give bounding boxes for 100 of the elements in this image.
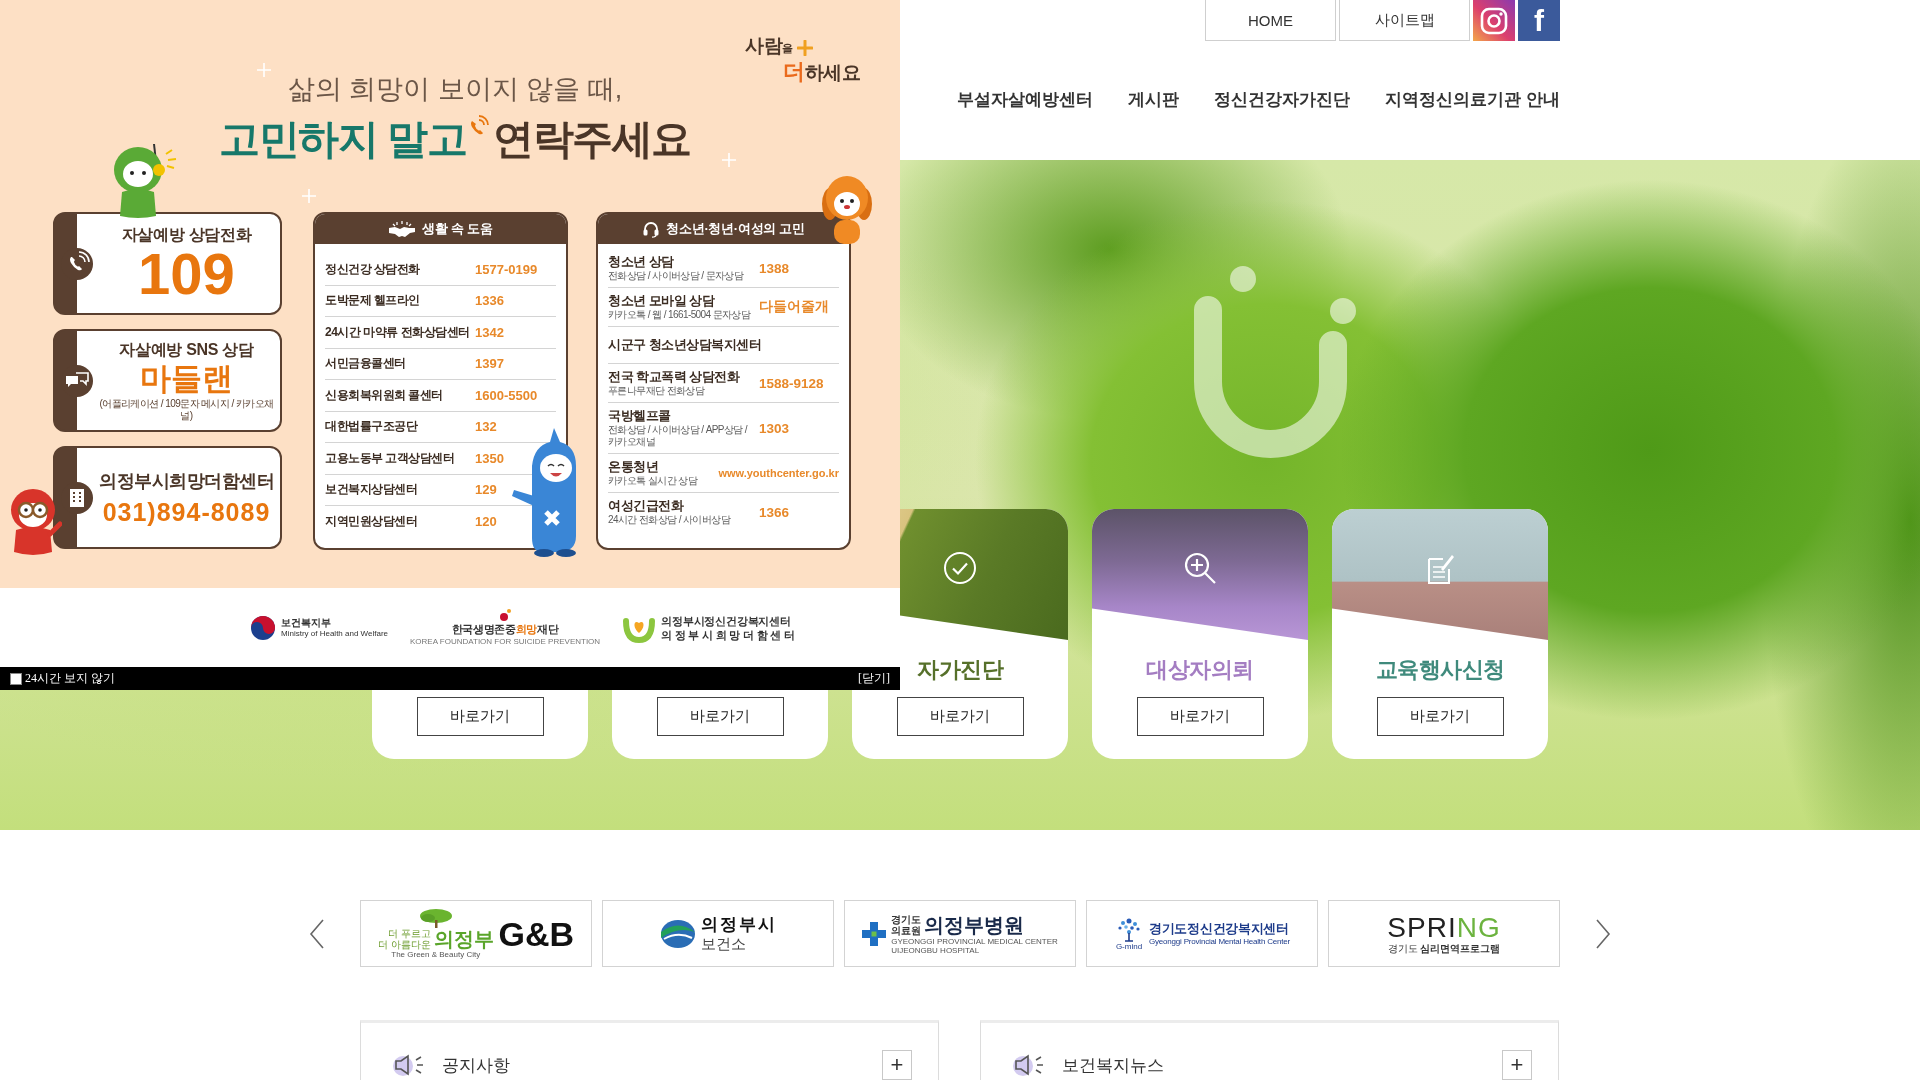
service-note: 24시간 전화상담 / 사이버상담 [608, 514, 731, 526]
logo-caption: G-mind [1115, 942, 1143, 951]
sponsor-name: 의정부시정신건강복지센터 [661, 613, 791, 628]
more-button[interactable]: + [882, 1050, 912, 1080]
service-note: 푸른나무재단 전화상담 [608, 385, 705, 397]
go-button[interactable]: 바로가기 [416, 697, 544, 736]
logo-tagline: 더 푸르고 더 아름다운 [377, 928, 431, 950]
emblem-icon [659, 918, 696, 949]
hotline-title: 자살예방 SNS 상담 [119, 339, 254, 360]
service-name: 전국 학교폭력 상담전화 [608, 369, 740, 385]
nav-link[interactable]: 정신건강자가진단 [1214, 87, 1351, 113]
phone-icon [469, 114, 490, 136]
logo-text: 보건소 [700, 934, 746, 953]
sponsor-name: 보건복지부 [281, 616, 331, 629]
phone-number: 다들어줄개 [759, 298, 829, 316]
headline-text: 고민하지 말고 [219, 115, 467, 164]
partner-link[interactable]: 의정부시 보건소 [602, 900, 834, 967]
sponsor-name: 한국생명존중희망재단 [451, 623, 559, 636]
logo-caption: The Green & Beauty City [391, 950, 481, 959]
logo-text: 의정부병원 [924, 912, 1025, 937]
phone-number: 1342 [475, 324, 504, 340]
go-button[interactable]: 바로가기 [1376, 697, 1504, 736]
phone-number: 1336 [475, 293, 504, 309]
speaker-icon [1012, 1052, 1046, 1078]
hotline-note: (어플리케이션 / 109문자 메시지 / 카카오채널) [98, 397, 275, 422]
zoom-in-icon [1183, 551, 1217, 585]
sparkle-icon [722, 153, 736, 167]
checkbox[interactable] [10, 672, 22, 685]
panel-title: 생활 속 도움 [422, 220, 493, 238]
sparkle-icon [302, 189, 316, 203]
service-name: 국방헬프콜 [608, 408, 671, 424]
service-name: 정신건강 상담전화 [325, 260, 421, 278]
phone-number: 1350 [475, 450, 504, 466]
phone-number: 1303 [759, 420, 790, 436]
service-name: 온통청년 [608, 459, 658, 475]
nav-link[interactable]: 부설자살예방센터 [957, 87, 1094, 113]
hotline-value: 마들랜 [140, 359, 233, 398]
handshake-icon [388, 221, 417, 237]
card-title: 자가진단 [917, 656, 1003, 684]
sponsor-caption: KOREA FOUNDATION FOR SUICIDE PREVENTION [410, 637, 601, 647]
sponsor-name: 의 정 부 시 희 망 더 함 센 터 [661, 627, 795, 642]
phone-number: 1600-5500 [475, 387, 538, 403]
nav-link[interactable]: 게시판 [1128, 87, 1180, 113]
panel-title: 청소년·청년·여성의 고민 [666, 220, 805, 238]
service-name: 시군구 청소년상담복지센터 [608, 337, 762, 353]
plus-icon [797, 40, 813, 56]
logo-caption: GYEONGGI PROVINCIAL MEDICAL CENTER UIJEONGBU HOSPITAL [891, 936, 1058, 955]
close-link[interactable]: [닫기] [858, 670, 890, 687]
service-name: 청소년 모바일 상담 [608, 293, 715, 309]
camera-icon [1479, 5, 1509, 36]
board-title: 보건복지뉴스 [1062, 1054, 1165, 1077]
subtitle-text: 삶의 희망이 보이지 않을 때, [287, 73, 623, 105]
go-button[interactable]: 바로가기 [1136, 697, 1264, 736]
partner-link[interactable]: SPRING 경기도 심리면역프로그램 [1328, 900, 1560, 967]
hotline-value: 031)894-8089 [102, 496, 271, 527]
phone-number: 120 [475, 513, 497, 529]
service-name: 24시간 마약류 전화상담센터 [325, 323, 471, 341]
partner-link[interactable]: G-mind 경기도정신건강복지센터 Gyeonggi Provincial Mental Health Center [1086, 900, 1318, 967]
hotline-value: 109 [138, 244, 235, 303]
phone-number: 1577-0199 [475, 261, 538, 277]
more-button[interactable]: + [1502, 1050, 1532, 1080]
phone-number: 1397 [475, 356, 504, 372]
card-title: 대상자의뢰 [1146, 656, 1254, 684]
header-link[interactable]: HOME [1205, 0, 1336, 41]
service-note: 전화상담 / 사이버상담 / 문자상담 [608, 270, 744, 282]
service-name: 여성긴급전화 [608, 498, 683, 514]
slogan-text: 더하세요 [783, 60, 860, 85]
chevron-right-icon [1595, 918, 1611, 949]
header-link[interactable]: 사이트맵 [1339, 0, 1470, 41]
service-name: 보건복지상담센터 [325, 481, 418, 499]
social-link[interactable] [1473, 0, 1515, 41]
service-name: 신용회복위원회 콜센터 [325, 386, 444, 404]
sparkle-icon [257, 63, 271, 77]
service-name: 청소년 상담 [608, 254, 674, 270]
sponsor-caption: Ministry of Health and Welfare [281, 628, 388, 639]
hotline-title: 의정부시희망더함센터 [99, 469, 274, 493]
logo-text: SPRING [1387, 912, 1501, 943]
logo-caption: 경기도 심리면역프로그램 [1387, 942, 1501, 955]
speaker-icon [392, 1052, 426, 1078]
logo-text: 경기도 의료원 [891, 913, 922, 936]
go-button[interactable]: 바로가기 [656, 697, 784, 736]
logo-text: 경기도정신건강복지센터 [1149, 920, 1289, 937]
phone-number: 132 [475, 419, 497, 435]
service-note: 카카오톡 / 웹 / 1661-5004 문자상담 [608, 309, 751, 321]
service-note: 전화상담 / 사이버상담 / APP상담 / 카카오채널 [608, 424, 749, 448]
service-name: 서민금융콜센터 [325, 355, 407, 373]
logo-caption: Gyeonggi Provincial Mental Health Center [1149, 936, 1290, 947]
service-name: 도박문제 헬프라인 [325, 292, 421, 310]
checkbox-label[interactable]: 24시간 보지 않기 [25, 670, 115, 687]
nav-link[interactable]: 지역정신의료기관 안내 [1385, 87, 1560, 113]
service-note: 카카오톡 실시간 상담 [608, 475, 697, 487]
hotline-title: 자살예방 상담전화 [121, 224, 252, 245]
phone-number: 1366 [759, 504, 790, 520]
logo-text: G&B [498, 915, 575, 952]
service-name: 고용노동부 고객상담센터 [325, 449, 456, 467]
social-link[interactable]: f [1518, 0, 1560, 41]
phone-number: 129 [475, 482, 497, 498]
dots-icon [498, 608, 513, 622]
go-button[interactable]: 바로가기 [896, 697, 1024, 736]
emblem-icon [250, 614, 276, 641]
